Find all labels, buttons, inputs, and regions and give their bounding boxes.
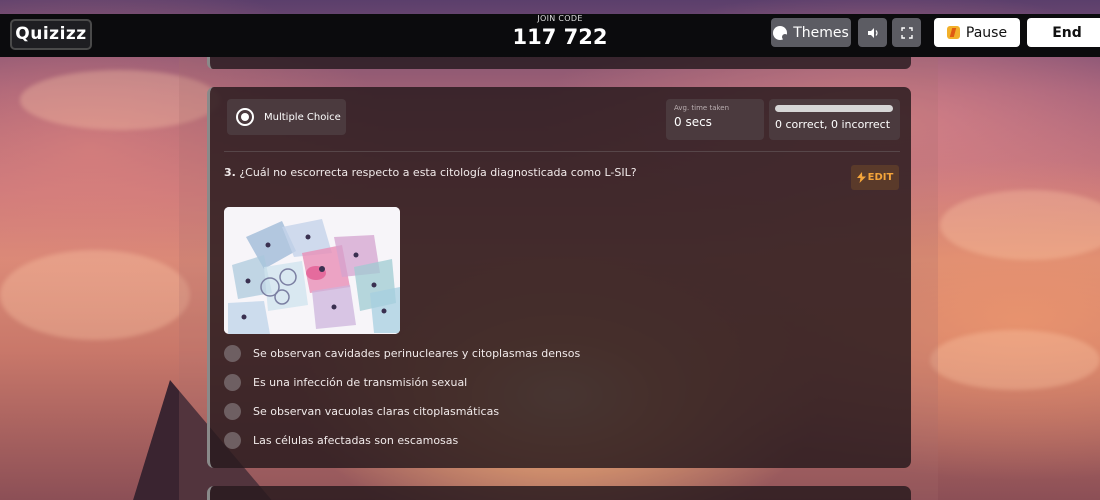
- avg-time-value: 0 secs: [674, 115, 712, 129]
- edit-label: EDIT: [867, 172, 894, 183]
- answer-option[interactable]: Las células afectadas son escamosas: [224, 430, 724, 450]
- question-text: 3. ¿Cuál no escorrecta respecto a esta c…: [224, 166, 824, 179]
- option-dot-icon: [224, 373, 241, 391]
- join-code-label: JOIN CODE: [537, 14, 583, 23]
- lightning-icon: [946, 26, 960, 39]
- answer-option[interactable]: Es una infección de transmisión sexual: [224, 372, 724, 392]
- option-label: Es una infección de transmisión sexual: [253, 375, 468, 389]
- score-box: 0 correct, 0 incorrect: [769, 99, 900, 140]
- question-card: Multiple Choice Avg. time taken 0 secs 0…: [207, 87, 911, 468]
- cytology-image: [224, 207, 400, 334]
- pause-label: Pause: [965, 24, 1008, 41]
- option-label: Se observan cavidades perinucleares y ci…: [253, 346, 581, 360]
- top-bar: Quizizz JOIN CODE 117 722 Themes Pause E…: [0, 14, 1100, 57]
- answer-option[interactable]: Se observan vacuolas claras citoplasmáti…: [224, 401, 724, 421]
- themes-button[interactable]: Themes: [771, 18, 851, 47]
- previous-question-card: [207, 57, 911, 69]
- option-dot-icon: [224, 344, 241, 362]
- question-type-label: Multiple Choice: [264, 111, 341, 123]
- edit-button[interactable]: EDIT: [851, 165, 899, 190]
- score-text: 0 correct, 0 incorrect: [775, 118, 891, 131]
- pause-button[interactable]: Pause: [934, 18, 1020, 47]
- palette-icon: [773, 25, 789, 40]
- option-label: Las células afectadas son escamosas: [253, 433, 459, 447]
- answer-option[interactable]: Se observan cavidades perinucleares y ci…: [224, 343, 724, 363]
- question-body: ¿Cuál no escorrecta respecto a esta cito…: [239, 166, 637, 179]
- avg-time-box: Avg. time taken 0 secs: [666, 99, 764, 140]
- quizizz-logo: Quizizz: [10, 19, 92, 50]
- stage: Quizizz JOIN CODE 117 722 Themes Pause E…: [0, 0, 1100, 500]
- fullscreen-icon: [900, 26, 913, 39]
- avg-time-label: Avg. time taken: [674, 104, 730, 112]
- next-question-card: [207, 486, 911, 500]
- radio-selected-icon: [236, 108, 254, 126]
- themes-label: Themes: [793, 24, 849, 41]
- question-number: 3.: [224, 166, 236, 179]
- question-type-badge: Multiple Choice: [227, 99, 346, 135]
- option-dot-icon: [224, 402, 241, 420]
- join-code: 117 722: [512, 25, 608, 49]
- card-divider: [224, 151, 900, 152]
- lightning-icon: [856, 172, 866, 183]
- end-button[interactable]: End: [1027, 18, 1100, 47]
- fullscreen-button[interactable]: [892, 18, 921, 47]
- speaker-icon: [867, 27, 878, 38]
- sound-button[interactable]: [858, 18, 887, 47]
- score-progress-bar: [775, 105, 893, 112]
- option-label: Se observan vacuolas claras citoplasmáti…: [253, 404, 500, 418]
- option-dot-icon: [224, 431, 241, 449]
